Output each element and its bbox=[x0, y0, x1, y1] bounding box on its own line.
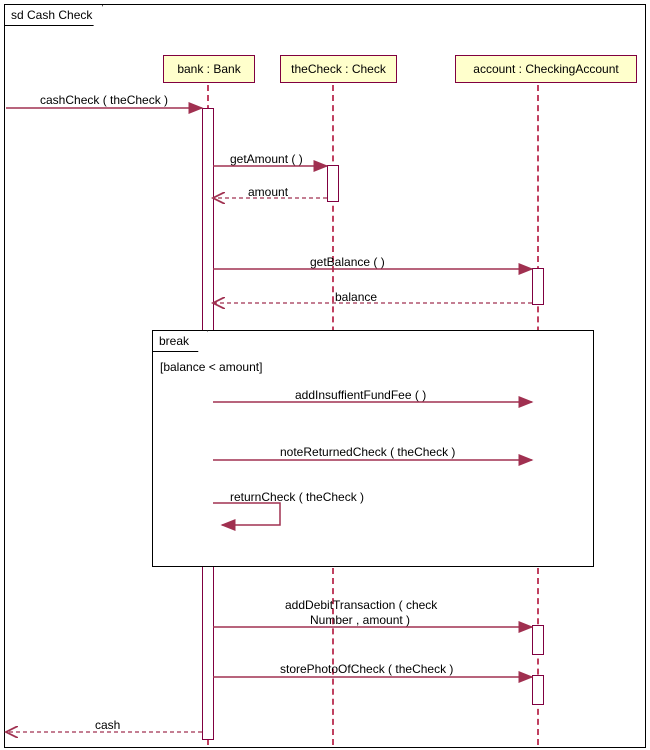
msg-returncheck: returnCheck ( theCheck ) bbox=[230, 490, 364, 504]
msg-addfee: addInsuffientFundFee ( ) bbox=[295, 388, 426, 402]
lifeline-head-bank: bank : Bank bbox=[163, 55, 255, 83]
msg-notereturned: noteReturnedCheck ( theCheck ) bbox=[280, 445, 455, 459]
activation-account-adddebit bbox=[532, 625, 544, 655]
activation-account-getbalance bbox=[532, 268, 544, 305]
sd-frame-title: sd Cash Check bbox=[4, 4, 103, 26]
msg-getbalance: getBalance ( ) bbox=[310, 255, 385, 269]
msg-cash-return: cash bbox=[95, 718, 120, 732]
lifeline-head-check: theCheck : Check bbox=[280, 55, 397, 83]
msg-amount-return: amount bbox=[248, 185, 288, 199]
msg-getamount: getAmount ( ) bbox=[230, 152, 303, 166]
msg-balance-return: balance bbox=[335, 290, 377, 304]
msg-adddebit-line1: addDebitTransaction ( check bbox=[285, 598, 437, 612]
activation-check-getamount bbox=[327, 165, 339, 202]
break-fragment-operator: break bbox=[152, 330, 208, 352]
break-guard: [balance < amount] bbox=[160, 360, 262, 374]
msg-adddebit-line2: Number , amount ) bbox=[310, 613, 410, 627]
activation-account-storephoto bbox=[532, 675, 544, 705]
msg-cashcheck: cashCheck ( theCheck ) bbox=[40, 93, 168, 107]
msg-storephoto: storePhotoOfCheck ( theCheck ) bbox=[280, 662, 453, 676]
lifeline-head-account: account : CheckingAccount bbox=[455, 55, 637, 83]
